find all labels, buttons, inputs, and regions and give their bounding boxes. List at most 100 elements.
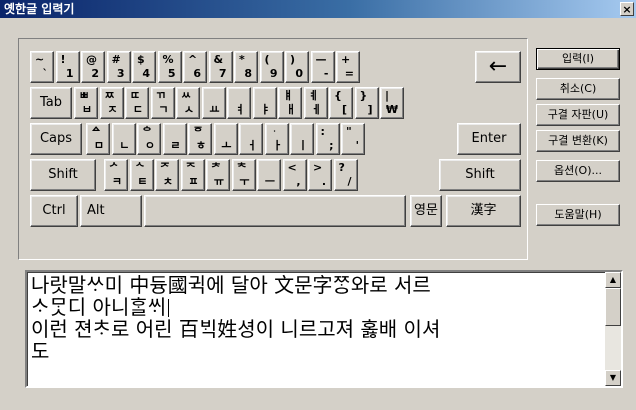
key-f[interactable]: ㄹ (162, 123, 187, 155)
key-tilde[interactable]: ~ ` (30, 51, 54, 83)
key-m[interactable]: ㅡ (257, 159, 281, 191)
key-1[interactable]: ! 1 (55, 51, 80, 83)
key-5[interactable]: % 5 (157, 51, 182, 83)
key-g[interactable]: ᅙㅎ (188, 123, 212, 155)
input-button[interactable]: 입력(I) (536, 48, 620, 70)
enter-key[interactable]: Enter (457, 123, 521, 155)
editor-text: 나랏말ᄊᆞ미 中듕國귁에 달아 文문字ᄍᆞᆼ와로 서르 ᄉᆞᄆᆞᆺ디 아니ᄒᆞᆯᄊ… (31, 274, 603, 362)
left-shift-key[interactable]: Shift (30, 159, 96, 191)
key-base-char: ㅏ (272, 139, 283, 152)
key-shift-char: ! (60, 53, 66, 66)
alt-key[interactable]: Alt (80, 195, 142, 227)
vertical-scrollbar[interactable]: ▲ ▼ (605, 272, 621, 386)
key-minus[interactable]: — - (310, 51, 335, 83)
help-button[interactable]: 도움말(H) (536, 204, 620, 226)
key-c[interactable]: ᅎㅊ (155, 159, 179, 191)
key-shift-char: ㅆ (181, 89, 192, 102)
key-n[interactable]: ᅕㅜ (231, 159, 256, 191)
key-x[interactable]: ᄾㅌ (129, 159, 154, 191)
hanja-key[interactable]: 漢字 (446, 195, 521, 227)
key-z[interactable]: ᄼㅋ (104, 159, 128, 191)
key-slash[interactable]: ? / (333, 159, 358, 191)
key-backslash[interactable]: | ₩ (380, 87, 404, 119)
jamo-split-button[interactable]: 구결 자판(U) (536, 104, 620, 126)
right-shift-key[interactable]: Shift (439, 159, 521, 191)
scroll-thumb[interactable] (605, 288, 621, 326)
key-comma[interactable]: <, (282, 159, 307, 191)
ctrl-key[interactable]: Ctrl (30, 195, 78, 227)
key-base-char: ㅕ (234, 103, 245, 116)
key-plus[interactable]: + = (336, 51, 360, 83)
space-key[interactable] (144, 195, 406, 227)
key-s[interactable]: ㄴ (111, 123, 136, 155)
key-k[interactable]: ᆞㅏ (264, 123, 289, 155)
key-quote[interactable]: " ' (341, 123, 365, 155)
key-p[interactable]: ㅖㅔ (303, 87, 328, 119)
key-semicolon[interactable]: :; (315, 123, 340, 155)
key-base-char: ㄹ (170, 139, 181, 152)
key-base-char: ' (355, 139, 359, 152)
jamo-convert-button[interactable]: 구결 변환(K) (536, 130, 620, 152)
key-shift-char: ㅉ (104, 89, 115, 102)
key-shift-char: ~ (35, 53, 45, 66)
key-v[interactable]: ᅐㅍ (180, 159, 205, 191)
key-9[interactable]: (9 (259, 51, 284, 83)
text-caret (168, 299, 170, 317)
key-h[interactable]: ㅗ (213, 123, 238, 155)
key-shift-char: { (334, 89, 342, 102)
key-w[interactable]: ㅉㅈ (99, 87, 124, 119)
scroll-up-icon[interactable]: ▲ (605, 272, 621, 288)
key-t[interactable]: ㅆㅅ (176, 87, 200, 119)
key-lbracket[interactable]: {[ (329, 87, 353, 119)
close-button[interactable]: × (620, 2, 634, 16)
key-base-char: ㅈ (107, 103, 118, 116)
cancel-button[interactable]: 취소(C) (536, 78, 620, 100)
key-d[interactable]: ᅌㅇ (137, 123, 161, 155)
key-o[interactable]: ㅒㅐ (278, 87, 302, 119)
key-base-char: ㅂ (81, 103, 92, 116)
key-3[interactable]: #3 (106, 51, 131, 83)
key-i[interactable]: ㅑ (252, 87, 277, 119)
options-button[interactable]: 옵션(O)... (536, 160, 620, 182)
key-shift-char: < (287, 161, 297, 174)
key-base-char: ㄱ (158, 103, 169, 116)
key-base-char: ㅣ (297, 139, 308, 152)
key-period[interactable]: >. (308, 159, 332, 191)
key-shift-char: } (359, 89, 368, 102)
key-rbracket[interactable]: }] (354, 87, 379, 119)
caps-key[interactable]: Caps (30, 123, 82, 155)
key-base-char: ` (42, 67, 49, 80)
key-shift-char: * (239, 53, 245, 66)
key-4[interactable]: $4 (132, 51, 156, 83)
key-base-char: ㅇ (144, 139, 155, 152)
key-l[interactable]: ㅣ (290, 123, 314, 155)
key-u[interactable]: ㅕ (227, 87, 251, 119)
tab-key[interactable]: Tab (30, 87, 72, 119)
key-shift-char: ᅐ (185, 161, 196, 174)
key-y[interactable]: ㅛ (201, 87, 226, 119)
key-base-char: 5 (167, 67, 176, 80)
key-shift-char: ᄾ (134, 161, 145, 174)
key-shift-char: ᅌ (142, 125, 153, 138)
key-0[interactable]: ) 0 (285, 51, 309, 83)
key-8[interactable]: * 8 (234, 51, 258, 83)
key-base-char: ㅍ (188, 175, 199, 188)
key-label: Enter (471, 131, 507, 146)
key-shift-char: ᅔ (211, 161, 222, 174)
key-b[interactable]: ᅔㅠ (206, 159, 230, 191)
scroll-down-icon[interactable]: ▼ (605, 370, 621, 386)
text-editor[interactable]: 나랏말ᄊᆞ미 中듕國귁에 달아 文문字ᄍᆞᆼ와로 서르 ᄉᆞᄆᆞᆺ디 아니ᄒᆞᆯᄊ… (25, 270, 623, 388)
key-j[interactable]: ㅓ (239, 123, 263, 155)
key-q[interactable]: ㅃㅂ (74, 87, 98, 119)
hangul-toggle-key[interactable]: 영문 (410, 195, 442, 227)
backspace-key[interactable]: ← (475, 51, 521, 83)
key-a[interactable]: ᅀㅁ (86, 123, 110, 155)
key-r[interactable]: ㄲㄱ (150, 87, 175, 119)
key-shift-char: ㅃ (79, 89, 90, 102)
key-e[interactable]: ㄸㄷ (125, 87, 149, 119)
key-7[interactable]: & 7 (208, 51, 233, 83)
key-2[interactable]: @2 (81, 51, 105, 83)
editor-line-3: 이런 젼ᄎᆞ로 어린 百ᄇᆡᆨ姓셩이 니르고져 홇배 이셔 (31, 317, 441, 341)
editor-line-2-text: ᄉᆞᄆᆞᆺ디 아니ᄒᆞᆯᄊᆡ (31, 295, 167, 319)
key-6[interactable]: ^ 6 (183, 51, 207, 83)
